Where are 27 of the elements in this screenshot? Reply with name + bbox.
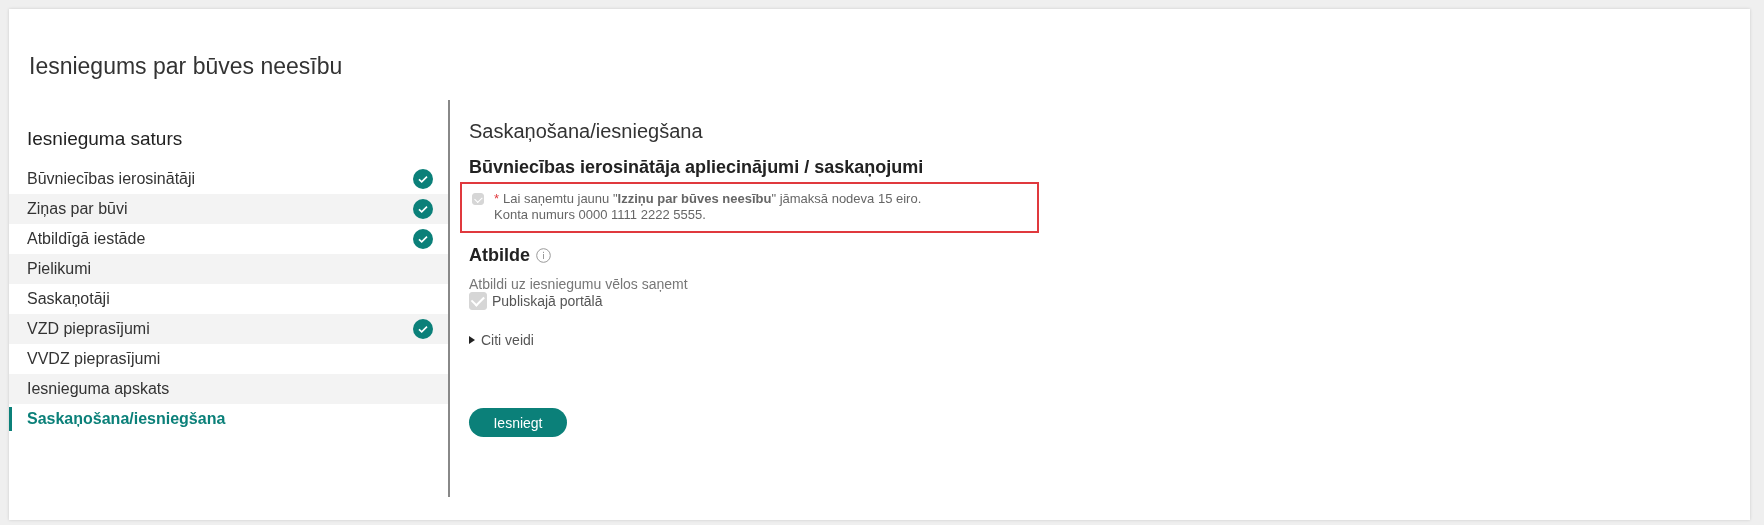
check-circle-icon xyxy=(413,169,433,189)
answer-hint: Atbildi uz iesniegumu vēlos saņemt xyxy=(469,276,689,292)
answer-title: Atbilde xyxy=(469,245,530,266)
submit-button[interactable]: Iesniegt xyxy=(469,408,567,437)
info-icon[interactable] xyxy=(536,248,551,263)
sidebar-item[interactable]: Saskaņošana/iesniegšana xyxy=(9,404,448,434)
check-circle-icon xyxy=(413,229,433,249)
sidebar-title: Iesnieguma saturs xyxy=(27,128,184,150)
caret-icon xyxy=(469,336,475,344)
confirmation-text: Lai saņemtu jaunu "Izziņu par būves neesību" jāmaksā nodeva 15 eiro. xyxy=(503,191,922,207)
sidebar-item[interactable]: Ziņas par būvi xyxy=(9,194,448,224)
required-mark: * xyxy=(494,191,500,207)
section-title: Saskaņošana/iesniegšana xyxy=(469,120,704,143)
sidebar-item[interactable]: VZD pieprasījumi xyxy=(9,314,448,344)
page-title: Iesniegums par būves neesību xyxy=(29,53,344,80)
sidebar-item[interactable]: Iesnieguma apskats xyxy=(9,374,448,404)
checkbox-label: Publiskajā portālā xyxy=(492,293,603,309)
expander-toggle[interactable]: Citi veidi xyxy=(469,332,1039,348)
sidebar-item[interactable]: Būvniecības ierosinātāji xyxy=(9,164,448,194)
sidebar-item[interactable]: VVDZ pieprasījumi xyxy=(9,344,448,374)
subsection-title: Būvniecības ierosinātāja apliecinājumi / saskaņojumi xyxy=(469,157,925,178)
sidebar-item[interactable]: Atbildīgā iestāde xyxy=(9,224,448,254)
check-circle-icon xyxy=(413,199,433,219)
sidebar-item[interactable]: Pielikumi xyxy=(9,254,448,284)
confirmation-text: Konta numurs 0000 1111 2222 5555. xyxy=(494,207,706,223)
sidebar-item[interactable]: Saskaņotāji xyxy=(9,284,448,314)
check-circle-icon xyxy=(413,319,433,339)
